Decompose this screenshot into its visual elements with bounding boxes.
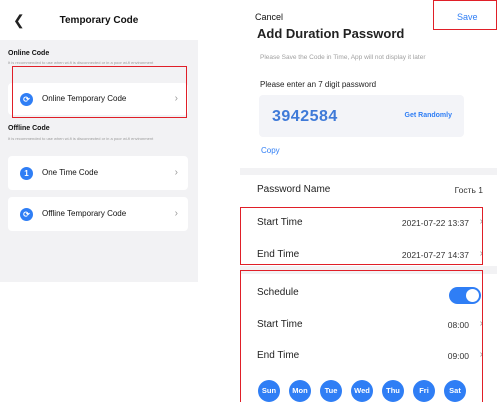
offline-section-title: Offline Code xyxy=(8,125,50,132)
save-warning-note: Please Save the Code in Time, App will n… xyxy=(260,54,426,61)
temporary-code-screen: ❮ Temporary Code Online Code It is recom… xyxy=(0,0,198,282)
row-label: Password Name xyxy=(257,184,331,195)
password-name-row[interactable]: Password Name Гость 1 xyxy=(240,174,497,206)
sync-icon: ⟳ xyxy=(20,208,33,221)
online-section-description: It is recommended to use when wi-fi is d… xyxy=(8,60,154,65)
list-item-label: Offline Temporary Code xyxy=(42,209,127,218)
offline-temporary-code-item[interactable]: ⟳ Offline Temporary Code › xyxy=(8,197,188,231)
copy-button[interactable]: Copy xyxy=(261,146,280,155)
password-prompt: Please enter an 7 digit password xyxy=(260,80,377,89)
chevron-right-icon: › xyxy=(174,208,178,219)
highlight-box xyxy=(12,66,187,118)
page-title: Temporary Code xyxy=(59,15,139,26)
password-field[interactable]: 3942584 xyxy=(272,108,338,126)
online-section-title: Online Code xyxy=(8,50,50,57)
page-title: Add Duration Password xyxy=(257,26,405,41)
offline-section-description: It is recommended to use when wi-fi is d… xyxy=(8,136,154,141)
one-time-code-item[interactable]: 1 One Time Code › xyxy=(8,156,188,190)
highlight-box xyxy=(433,0,497,30)
list-item-label: One Time Code xyxy=(42,168,99,177)
add-duration-password-screen: Cancel Save Add Duration Password Please… xyxy=(240,0,497,402)
chevron-right-icon: › xyxy=(174,167,178,178)
password-box: 3942584 Get Randomly xyxy=(259,95,464,137)
header: ❮ Temporary Code xyxy=(0,0,198,40)
number-one-icon: 1 xyxy=(20,167,33,180)
password-name-value: Гость 1 xyxy=(454,185,483,195)
get-randomly-button[interactable]: Get Randomly xyxy=(405,112,452,119)
highlight-box xyxy=(240,207,483,265)
highlight-box xyxy=(240,270,483,402)
cancel-button[interactable]: Cancel xyxy=(255,12,283,22)
